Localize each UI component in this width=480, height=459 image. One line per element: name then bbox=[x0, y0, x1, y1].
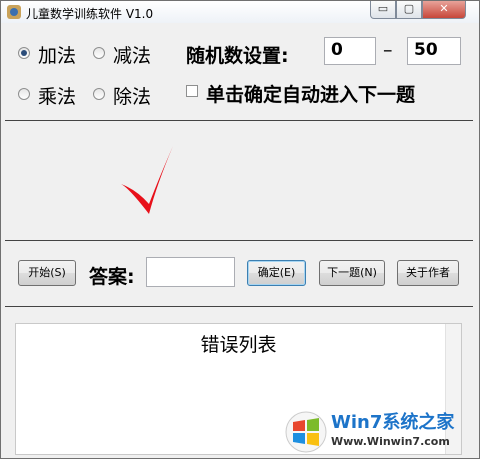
window-title: 儿童数学训练软件 V1.0 bbox=[26, 7, 154, 21]
radio-subtraction[interactable] bbox=[93, 47, 105, 59]
random-max-input[interactable]: 50 bbox=[407, 37, 461, 65]
radio-division[interactable] bbox=[93, 88, 105, 100]
separator-bottom bbox=[5, 306, 473, 307]
random-min-input[interactable]: 0 bbox=[324, 37, 376, 65]
about-author-button[interactable]: 关于作者 bbox=[397, 260, 459, 286]
radio-addition-label[interactable]: 加法 bbox=[38, 41, 76, 68]
confirm-button[interactable]: 确定(E) bbox=[247, 260, 306, 286]
maximize-icon: ▢ bbox=[403, 2, 415, 15]
answer-label: 答案: bbox=[89, 266, 135, 288]
windows-logo-icon bbox=[285, 411, 327, 453]
auto-next-checkbox[interactable] bbox=[186, 85, 198, 97]
check-mark-icon bbox=[121, 146, 173, 214]
maximize-button[interactable]: ▢ bbox=[396, 1, 422, 19]
watermark-brand: Win7系统之家 bbox=[331, 412, 455, 433]
close-icon: ✕ bbox=[439, 2, 449, 15]
app-window: 儿童数学训练软件 V1.0 ▭ ▢ ✕ 加法 减法 乘法 除法 随机数设置: 0… bbox=[0, 0, 480, 459]
minimize-icon: ▭ bbox=[377, 2, 389, 15]
close-button[interactable]: ✕ bbox=[422, 1, 466, 19]
separator-top bbox=[5, 120, 473, 121]
minimize-button[interactable]: ▭ bbox=[370, 1, 396, 19]
radio-subtraction-label[interactable]: 减法 bbox=[113, 41, 151, 68]
radio-multiplication-label[interactable]: 乘法 bbox=[38, 82, 76, 109]
app-icon bbox=[7, 5, 21, 19]
radio-multiplication[interactable] bbox=[18, 88, 30, 100]
next-question-button[interactable]: 下一题(N) bbox=[319, 260, 385, 286]
title-bar[interactable]: 儿童数学训练软件 V1.0 ▭ ▢ ✕ bbox=[1, 1, 479, 23]
radio-division-label[interactable]: 除法 bbox=[113, 82, 151, 109]
range-dash: – bbox=[383, 39, 393, 61]
auto-next-label[interactable]: 单击确定自动进入下一题 bbox=[206, 80, 415, 107]
radio-addition[interactable] bbox=[18, 47, 30, 59]
separator-middle bbox=[5, 240, 473, 241]
random-settings-label: 随机数设置: bbox=[186, 45, 289, 67]
site-watermark: Win7系统之家 Www.Winwin7.com bbox=[284, 406, 479, 458]
watermark-url: Www.Winwin7.com bbox=[331, 435, 450, 448]
answer-input[interactable] bbox=[146, 257, 235, 287]
start-button[interactable]: 开始(S) bbox=[18, 260, 76, 286]
error-list-title: 错误列表 bbox=[200, 334, 277, 356]
